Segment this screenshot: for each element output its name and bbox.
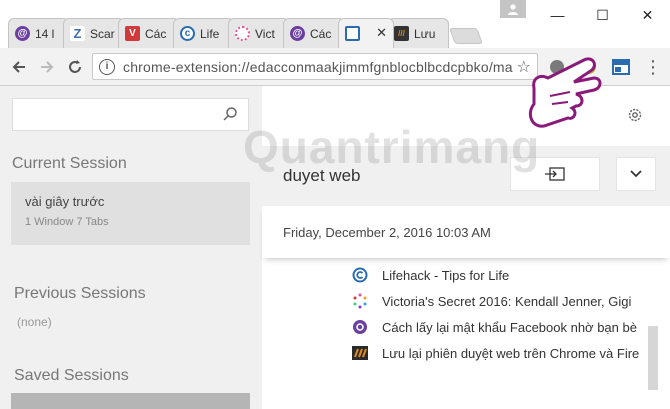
back-button[interactable]	[8, 56, 30, 78]
open-session-button[interactable]	[510, 157, 600, 191]
window-date-header: Friday, December 2, 2016 10:03 AM	[262, 206, 670, 258]
quantrimang-icon	[352, 319, 368, 335]
browser-tab[interactable]: Z Scar	[63, 18, 125, 48]
search-icon[interactable]	[222, 106, 238, 122]
window-controls: — ☐ ✕	[535, 0, 670, 30]
list-item[interactable]: Lifehack - Tips for Life	[352, 262, 652, 288]
scrollbar-thumb[interactable]	[648, 326, 658, 390]
current-session-heading: Current Session	[12, 155, 127, 172]
chevron-down-icon	[630, 170, 642, 178]
tab-title: Vict	[255, 26, 275, 41]
download-icon	[352, 345, 368, 361]
profile-icon[interactable]	[500, 0, 526, 18]
tab-title: 14 l	[35, 26, 55, 41]
session-buddy-icon	[345, 26, 360, 41]
browser-tab[interactable]: @ Các	[283, 18, 345, 48]
victoria-icon	[235, 26, 250, 41]
saved-session-item[interactable]	[11, 393, 250, 409]
address-bar[interactable]: i chrome-extension://edacconmaakjimmfgnb…	[92, 53, 538, 80]
info-icon[interactable]: i	[99, 58, 115, 75]
tab-title: Lưu	[414, 26, 436, 41]
browser-tab[interactable]: /// Lưu	[387, 18, 449, 48]
maximize-button[interactable]: ☐	[580, 0, 625, 30]
vivaldi-icon: V	[125, 26, 140, 41]
gear-icon[interactable]	[626, 106, 644, 124]
browser-tab[interactable]: V Các	[118, 18, 180, 48]
list-item[interactable]: Victoria's Secret 2016: Kendall Jenner, …	[352, 288, 652, 314]
tab-link[interactable]: Lifehack - Tips for Life	[382, 268, 647, 283]
sessions-sidebar: Current Session vài giây trước 1 Window …	[0, 86, 262, 409]
tab-title: Life	[200, 26, 220, 41]
url-text[interactable]: chrome-extension://edacconmaakjimmfgnblo…	[123, 59, 515, 75]
tab-list: Lifehack - Tips for Life Victoria's Secr…	[352, 262, 652, 366]
quantrimang-icon: @	[15, 26, 30, 41]
previous-sessions-empty: (none)	[17, 315, 52, 329]
browser-tab[interactable]: Vict	[228, 18, 290, 48]
browser-toolbar: i chrome-extension://edacconmaakjimmfgnb…	[0, 48, 670, 86]
tab-link[interactable]: Lưu lại phiên duyệt web trên Chrome và F…	[382, 346, 647, 361]
tab-title: Scar	[90, 26, 115, 41]
browser-tab[interactable]: c Life	[173, 18, 235, 48]
bookmark-star-icon[interactable]: ☆	[517, 57, 531, 77]
tab-title: Các	[310, 26, 332, 41]
current-session-item[interactable]: vài giây trước 1 Window 7 Tabs	[11, 182, 250, 245]
extension-icon[interactable]	[580, 58, 598, 76]
title-bar: @ 14 l Z Scar V Các c Life Vict @ Các ✕ …	[0, 0, 670, 48]
list-item[interactable]: Cách lấy lại mật khẩu Facebook nhờ bạn b…	[352, 314, 652, 340]
session-time: vài giây trước	[25, 194, 105, 209]
zotero-icon: Z	[70, 26, 85, 41]
previous-sessions-heading: Previous Sessions	[14, 285, 146, 302]
list-item[interactable]: Lưu lại phiên duyệt web trên Chrome và F…	[352, 340, 652, 366]
tab-title: Các	[145, 26, 167, 41]
extension-icon[interactable]	[548, 58, 566, 76]
search-input[interactable]	[12, 98, 249, 131]
close-window-button[interactable]: ✕	[625, 0, 670, 30]
close-tab-icon[interactable]: ✕	[376, 25, 387, 41]
open-window-icon	[545, 167, 565, 181]
session-buddy-icon[interactable]	[612, 58, 630, 76]
lifehack-icon: c	[180, 26, 195, 41]
more-options-button[interactable]	[616, 157, 656, 191]
tab-strip: @ 14 l Z Scar V Các c Life Vict @ Các ✕ …	[8, 18, 483, 48]
browser-tab[interactable]: @ 14 l	[8, 18, 70, 48]
quantrimang-icon: @	[290, 26, 305, 41]
lifehack-icon	[352, 267, 368, 283]
minimize-button[interactable]: —	[535, 0, 580, 30]
browser-tab-active[interactable]: ✕	[338, 18, 394, 48]
menu-icon[interactable]: ⋮	[642, 56, 664, 78]
session-detail: duyet web Friday, December 2, 2016 10:03…	[262, 86, 670, 409]
forward-button[interactable]	[36, 56, 58, 78]
reload-button[interactable]	[64, 56, 86, 78]
session-header: duyet web	[262, 146, 670, 206]
new-tab-button[interactable]	[449, 28, 483, 44]
download-icon: ///	[394, 26, 409, 41]
session-name[interactable]: duyet web	[283, 166, 361, 186]
victoria-icon	[352, 293, 368, 309]
saved-sessions-heading: Saved Sessions	[14, 367, 129, 384]
tab-link[interactable]: Victoria's Secret 2016: Kendall Jenner, …	[382, 294, 647, 309]
window-date: Friday, December 2, 2016 10:03 AM	[283, 225, 491, 240]
session-meta: 1 Window 7 Tabs	[25, 216, 109, 228]
tab-link[interactable]: Cách lấy lại mật khẩu Facebook nhờ bạn b…	[382, 320, 647, 335]
